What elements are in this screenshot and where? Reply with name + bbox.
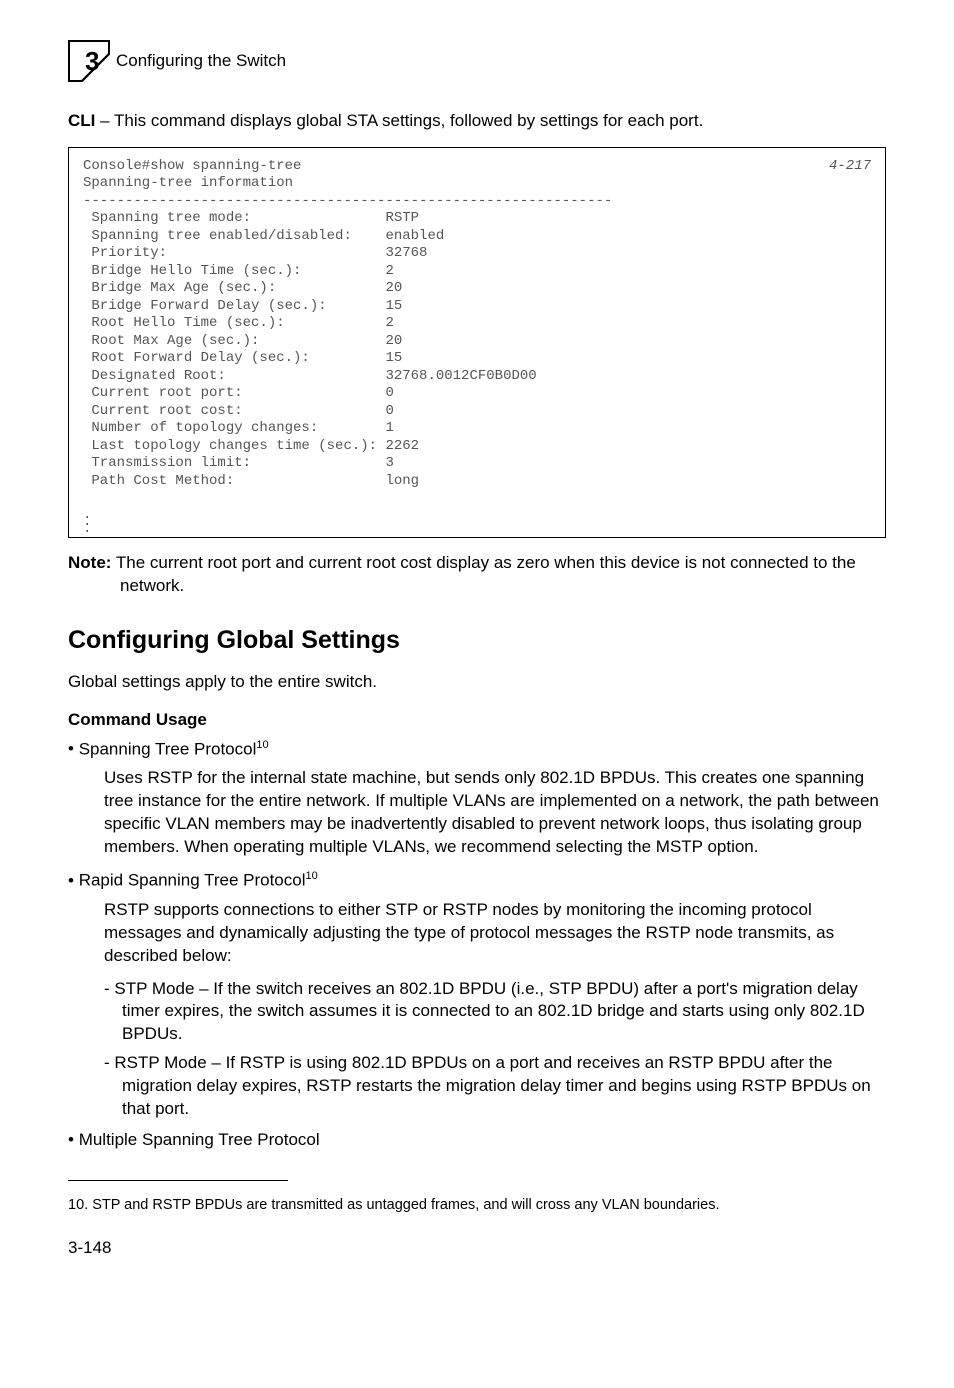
sub-list-item: STP Mode – If the switch receives an 802… xyxy=(86,978,886,1047)
note-block: Note: The current root port and current … xyxy=(68,552,886,598)
list-item: Spanning Tree Protocol10 Uses RSTP for t… xyxy=(68,738,886,859)
sub-list: STP Mode – If the switch receives an 802… xyxy=(86,978,886,1122)
cli-output-box: 4-217 Console#show spanning-tree Spanning… xyxy=(68,147,886,538)
note-label: Note: xyxy=(68,553,111,572)
footnote-rule xyxy=(68,1180,288,1181)
code-line: Spanning-tree information xyxy=(83,175,293,191)
list-item: Multiple Spanning Tree Protocol xyxy=(68,1129,886,1152)
code-rows: Spanning tree mode: RSTP Spanning tree e… xyxy=(83,210,537,489)
bullet-title: Spanning Tree Protocol xyxy=(79,739,257,758)
bullet-list: Spanning Tree Protocol10 Uses RSTP for t… xyxy=(68,738,886,1152)
page-number: 3-148 xyxy=(68,1238,886,1258)
cli-intro: CLI – This command displays global STA s… xyxy=(68,110,886,133)
footnote: 10. STP and RSTP BPDUs are transmitted a… xyxy=(68,1196,886,1215)
cli-label: CLI xyxy=(68,111,95,130)
section-intro: Global settings apply to the entire swit… xyxy=(68,671,886,694)
code-ellipsis: . . . xyxy=(83,512,871,533)
code-separator: ----------------------------------------… xyxy=(83,193,612,209)
cli-intro-text: – This command displays global STA setti… xyxy=(95,111,703,130)
code-page-ref: 4-217 xyxy=(829,158,871,176)
chapter-icon: 3 xyxy=(68,40,110,82)
bullet-body: RSTP supports connections to either STP … xyxy=(86,899,886,968)
footnote-number: 10. xyxy=(68,1197,88,1213)
sub-list-item: RSTP Mode – If RSTP is using 802.1D BPDU… xyxy=(86,1052,886,1121)
bullet-body: Uses RSTP for the internal state machine… xyxy=(86,767,886,859)
code-line: Console#show spanning-tree xyxy=(83,158,301,174)
footnote-ref: 10 xyxy=(256,739,268,751)
section-heading: Configuring Global Settings xyxy=(68,626,886,655)
note-text: The current root port and current root c… xyxy=(116,553,856,595)
page-header: 3 Configuring the Switch xyxy=(68,40,886,82)
footnote-ref: 10 xyxy=(306,870,318,882)
list-item: Rapid Spanning Tree Protocol10 RSTP supp… xyxy=(68,869,886,1121)
command-usage-heading: Command Usage xyxy=(68,710,886,730)
bullet-title: Multiple Spanning Tree Protocol xyxy=(79,1130,320,1149)
footnote-text: STP and RSTP BPDUs are transmitted as un… xyxy=(92,1197,719,1213)
chapter-number: 3 xyxy=(85,46,99,76)
page-title: Configuring the Switch xyxy=(116,51,286,71)
bullet-title: Rapid Spanning Tree Protocol xyxy=(79,871,306,890)
